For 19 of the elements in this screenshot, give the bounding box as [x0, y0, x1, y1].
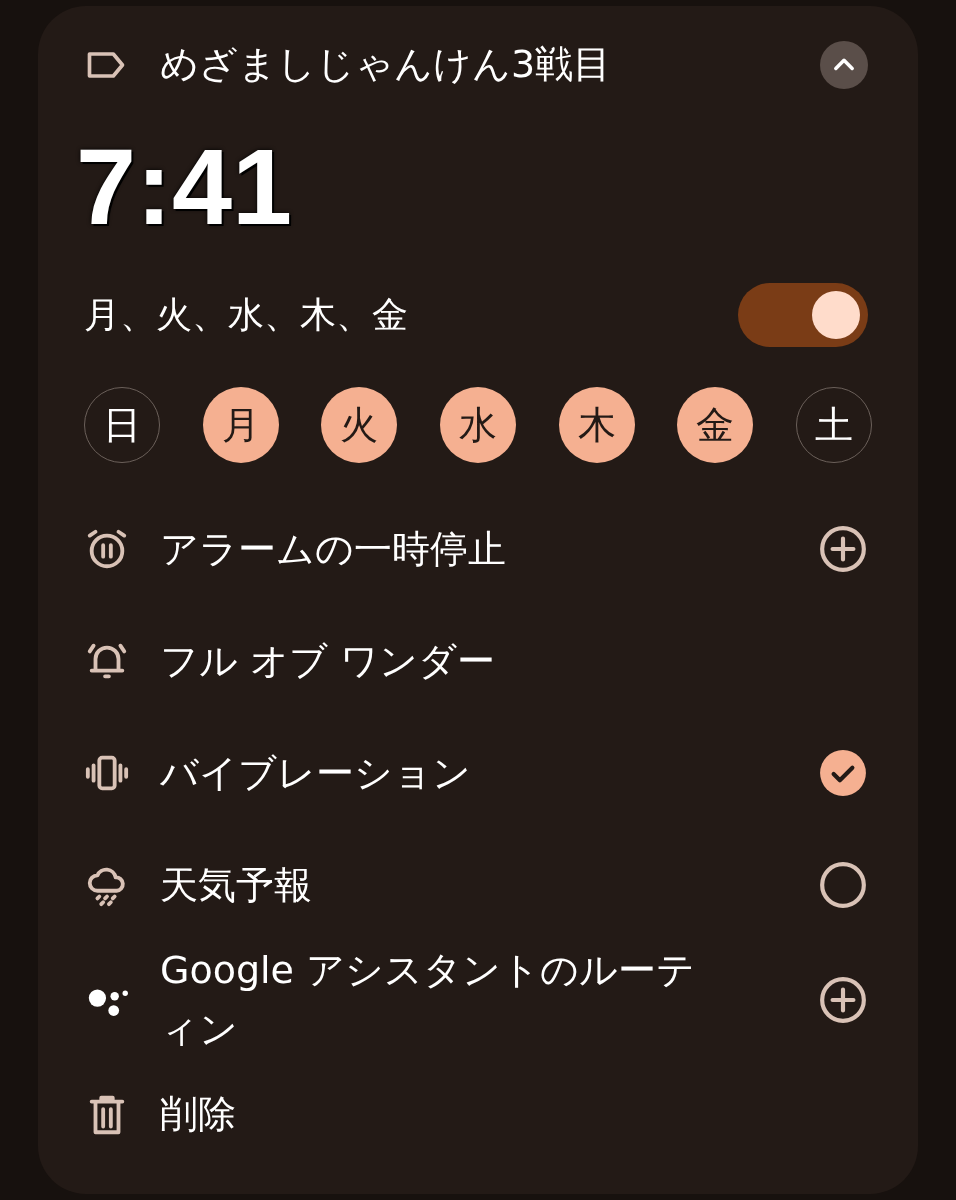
option-label[interactable]: アラームの一時停止: [160, 519, 730, 579]
alarm-label[interactable]: めざましじゃんけん3戦目: [160, 36, 820, 93]
alarm-time[interactable]: 7:41: [76, 133, 293, 241]
option-label[interactable]: Google アシスタントのルーティン: [160, 941, 730, 1059]
checkbox[interactable]: [818, 860, 868, 910]
option-label[interactable]: 削除: [160, 1085, 730, 1145]
add-icon: [818, 524, 868, 574]
day-toggle[interactable]: 水: [439, 387, 516, 463]
day-toggle[interactable]: 月: [202, 387, 279, 463]
day-toggle[interactable]: 木: [558, 387, 635, 463]
collapse-button[interactable]: [820, 40, 868, 89]
add-icon: [818, 974, 868, 1025]
repeat-days-text: 月、火、水、木、金: [84, 293, 408, 337]
option-label[interactable]: フル オブ ワンダー: [160, 631, 730, 691]
option-label[interactable]: バイブレーション: [160, 743, 730, 803]
option-label[interactable]: 天気予報: [160, 855, 730, 915]
day-toggle[interactable]: 金: [677, 387, 754, 463]
checkbox[interactable]: [818, 748, 868, 798]
day-toggle[interactable]: 火: [321, 387, 398, 463]
